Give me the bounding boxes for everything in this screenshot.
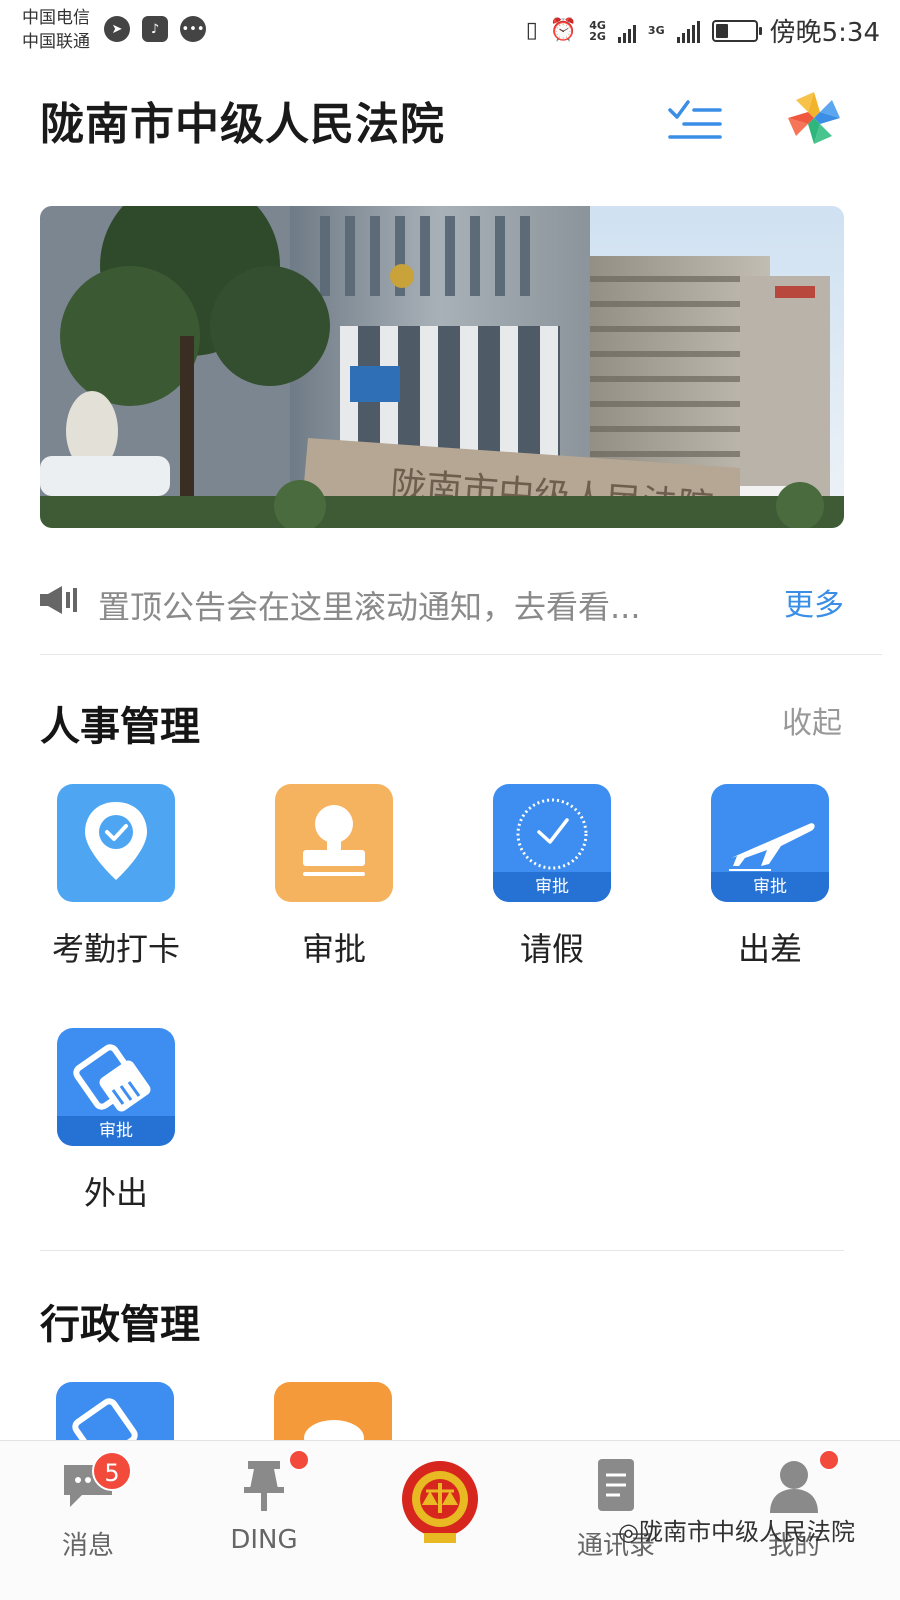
announcement-bar[interactable]: 置顶公告会在这里滚动通知，去看看... 更多 [40, 572, 844, 628]
app-label: 外出 [83, 1174, 148, 1212]
section-title-admin: 行政管理 [40, 1302, 200, 1348]
app-label: 考勤打卡 [51, 930, 180, 968]
network-type-icon: 4G 2G [589, 18, 606, 43]
vibrate-icon: ▯ [525, 18, 538, 43]
app-label: 请假 [519, 930, 584, 968]
location-notification-icon: ➤ [104, 16, 130, 42]
pin-icon [234, 1449, 310, 1515]
todo-list-icon[interactable] [668, 98, 722, 140]
app-label: 出差 [737, 930, 802, 968]
watermark-text: 陇南市中级人民法院 [638, 1518, 855, 1546]
alarm-icon: ⏰ [549, 18, 578, 43]
chat-notification-icon: ••• [180, 16, 206, 42]
collapse-link[interactable]: 收起 [782, 698, 842, 742]
app-label: 审批 [301, 930, 366, 968]
court-building-photo: 陇南市中级人民法院 [40, 206, 844, 528]
announcement-text: 置顶公告会在这里滚动通知，去看看... [98, 588, 641, 626]
battery-icon [711, 19, 762, 42]
nav-label: 消息 [61, 1531, 114, 1561]
app-go-out[interactable]: 审批 外出 [36, 1028, 196, 1214]
new-dot [818, 1449, 840, 1471]
system-indicators: ▯ ⏰ 4G 2G 3G 傍晚5:34 [526, 12, 880, 49]
speaker-icon [40, 586, 77, 614]
app-icon-approval [275, 784, 393, 902]
nav-label: DING [230, 1525, 298, 1555]
contacts-book-icon [586, 1455, 646, 1515]
approval-tag: 审批 [711, 872, 829, 902]
status-bar: 中国电信 中国联通 ➤ ♪ ••• ▯ ⏰ 4G 2G 3G 傍晚5:34 [0, 0, 900, 62]
tiktok-notification-icon: ♪ [142, 16, 168, 42]
carrier-info: 中国电信 中国联通 [22, 6, 90, 54]
signal-2-icon [676, 19, 700, 43]
court-emblem-icon [402, 1461, 478, 1543]
app-attendance[interactable]: 考勤打卡 [36, 784, 196, 970]
approval-tag: 审批 [493, 872, 611, 902]
carrier-2: 中国联通 [22, 32, 90, 52]
network-3g-icon: 3G [647, 24, 665, 37]
clock: 傍晚5:34 [769, 18, 880, 48]
wechat-icon: ◎ [618, 1518, 639, 1546]
workbench-star-icon[interactable] [786, 90, 842, 146]
banner-image[interactable]: 陇南市中级人民法院 [40, 206, 844, 528]
app-icon-leave: 审批 [493, 784, 611, 902]
app-approval[interactable]: 审批 [254, 784, 414, 970]
location-check-icon [85, 802, 147, 880]
app-icon-go-out: 审批 [57, 1028, 175, 1146]
approval-tag: 审批 [57, 1116, 175, 1146]
signal-1-icon [617, 19, 636, 43]
stamp-icon [303, 805, 365, 876]
notification-icons: ➤ ♪ ••• [104, 16, 206, 42]
page-title: 陇南市中级人民法院 [40, 99, 445, 150]
app-business-trip[interactable]: 审批 出差 [690, 784, 850, 970]
more-link[interactable]: 更多 [784, 580, 844, 624]
app-icon-attendance [57, 784, 175, 902]
wechat-watermark: ◎陇南市中级人民法院 [618, 1512, 855, 1547]
unread-badge: 5 [92, 1451, 132, 1491]
nav-ding[interactable]: DING [194, 1449, 334, 1555]
nav-court-emblem[interactable] [370, 1459, 510, 1549]
nav-messages[interactable]: 5 消息 [18, 1451, 158, 1562]
app-leave[interactable]: 审批 请假 [472, 784, 632, 970]
section-title-hr: 人事管理 [40, 704, 200, 750]
carrier-1: 中国电信 [22, 8, 90, 28]
divider [40, 1250, 844, 1251]
message-icon: 5 [58, 1451, 132, 1515]
divider [40, 654, 882, 655]
person-icon [764, 1449, 840, 1515]
app-icon-business-trip: 审批 [711, 784, 829, 902]
new-dot [288, 1449, 310, 1471]
